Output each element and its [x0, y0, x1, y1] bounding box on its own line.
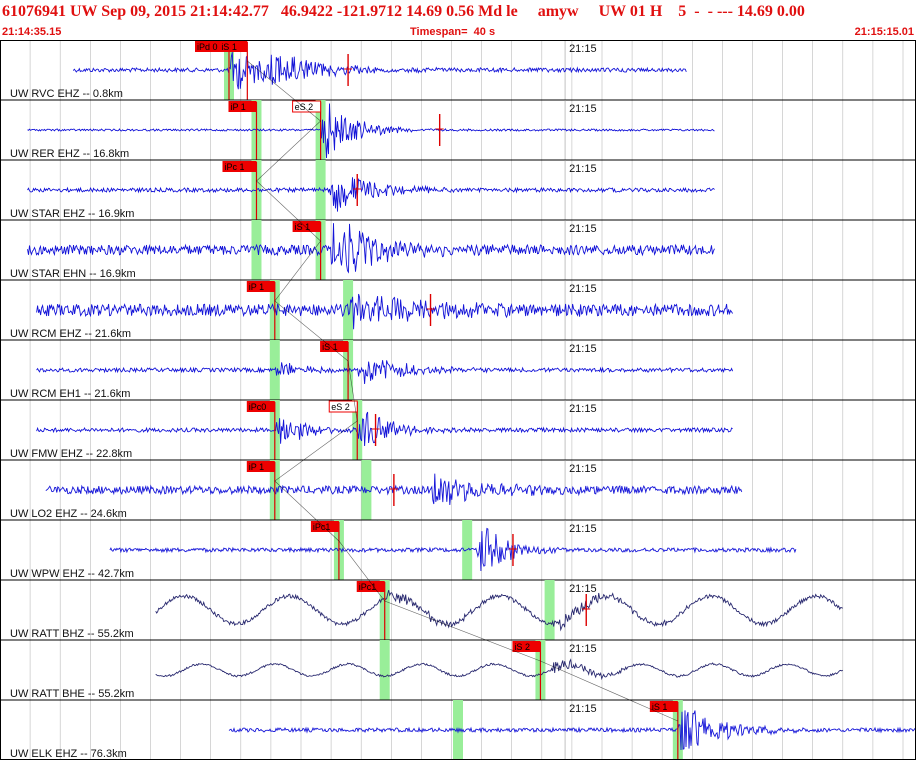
event-summary-title: 61076941 UW Sep 09, 2015 21:14:42.77 46.…: [2, 3, 805, 20]
waveform-trace: [36, 360, 734, 385]
channel-panel[interactable]: 21:15iS 1UW RCM EH1 -- 21.6km: [0, 340, 916, 401]
channel-label: UW RCM EH1 -- 21.6km: [10, 388, 130, 400]
channel-label: UW STAR EHZ -- 16.9km: [10, 208, 134, 220]
minute-marker-label: 21:15: [569, 463, 597, 475]
channel-panel[interactable]: 21:15 iS 1UW ELK EHZ -- 76.3km: [0, 700, 916, 760]
channel-label: UW FMW EHZ -- 22.8km: [10, 448, 132, 460]
window-start-time: 21:14:35.15: [2, 26, 62, 38]
channel-panel[interactable]: 21:15 iP 1 UW LO2 EHZ -- 24.6km: [0, 460, 916, 521]
pick-label: iP 1: [249, 462, 264, 472]
channel-label: UW STAR EHN -- 16.9km: [10, 268, 136, 280]
minute-marker-label: 21:15: [569, 43, 597, 55]
channel-panel[interactable]: 21:15 iS 1 UW STAR EHN -- 16.9km: [0, 220, 916, 281]
pick-label: iP 1: [230, 102, 245, 112]
minute-marker-label: 21:15: [569, 343, 597, 355]
channel-panel[interactable]: 21:15iPc1UW WPW EHZ -- 42.7km: [0, 520, 916, 581]
channel-panel[interactable]: 21:15 iPc1 UW RATT BHZ -- 55.2km: [0, 580, 916, 641]
minute-marker-label: 21:15: [569, 403, 597, 415]
minute-marker-label: 21:15: [569, 643, 597, 655]
channel-label: UW RCM EHZ -- 21.6km: [10, 328, 131, 340]
pick-label: iS 1: [295, 222, 311, 232]
pick-band: [379, 640, 390, 700]
channel-panel[interactable]: 21:15 iPc0 eS 2 UW FMW EHZ -- 22.8km: [0, 400, 916, 461]
channel-label: UW RVC EHZ -- 0.8km: [10, 88, 123, 100]
seismogram-viewer: 61076941 UW Sep 09, 2015 21:14:42.77 46.…: [0, 0, 916, 760]
waveform-trace: [109, 527, 797, 572]
channel-panel[interactable]: 21:15iP 1 eS 2UW RER EHZ -- 16.8km: [0, 100, 916, 161]
waveform-trace: [155, 589, 843, 632]
pick-label: iS 2: [514, 642, 530, 652]
waveform-trace: [27, 177, 715, 212]
minute-marker-label: 21:15: [569, 103, 597, 115]
pick-band: [251, 220, 262, 280]
pick-label: eS 2: [331, 402, 350, 412]
channel-panel[interactable]: 21:15 iP 1 UW RCM EHZ -- 21.6km: [0, 280, 916, 341]
seismogram-panels[interactable]: 21:15iPd 0 iS 1UW RVC EHZ -- 0.8km21:15iP…: [0, 40, 916, 760]
waveform-trace: [36, 411, 733, 447]
pick-label: iPd 0: [197, 42, 218, 52]
pick-label: iPc 1: [224, 162, 244, 172]
timespan-label: Timespan= 40 s: [410, 26, 496, 38]
pick-label: iP 1: [249, 282, 264, 292]
channel-panel[interactable]: 21:15 iPc 1 UW STAR EHZ -- 16.9km: [0, 160, 916, 221]
channel-label: UW ELK EHZ -- 76.3km: [10, 748, 127, 760]
channel-label: UW WPW EHZ -- 42.7km: [10, 568, 134, 580]
pick-label: iPc1: [359, 582, 377, 592]
minute-marker-label: 21:15: [569, 703, 597, 715]
waveform-trace: [36, 293, 733, 330]
minute-marker-label: 21:15: [569, 523, 597, 535]
channel-label: UW RATT BHE -- 55.2km: [10, 688, 134, 700]
waveform-trace: [27, 223, 715, 274]
channel-panel[interactable]: 21:15 iPd 0 iS 1 UW RVC EHZ -- 0.8km: [0, 40, 916, 101]
pick-label: iS 1: [221, 42, 237, 52]
minute-marker-label: 21:15: [569, 163, 597, 175]
waveform-trace: [27, 103, 715, 159]
channel-label: UW LO2 EHZ -- 24.6km: [10, 508, 127, 520]
channel-label: UW RATT BHZ -- 55.2km: [10, 628, 134, 640]
minute-marker-label: 21:15: [569, 583, 597, 595]
channel-panel[interactable]: 21:15 iS 2 UW RATT BHE -- 55.2km: [0, 640, 916, 701]
waveform-trace: [155, 658, 843, 681]
minute-marker-label: 21:15: [569, 223, 597, 235]
pick-label: iPc0: [249, 402, 267, 412]
minute-marker-label: 21:15: [569, 283, 597, 295]
channel-label: UW RER EHZ -- 16.8km: [10, 148, 129, 160]
waveform-trace: [72, 52, 687, 90]
window-end-time: 21:15:15.01: [854, 26, 914, 38]
pick-band: [544, 580, 555, 640]
